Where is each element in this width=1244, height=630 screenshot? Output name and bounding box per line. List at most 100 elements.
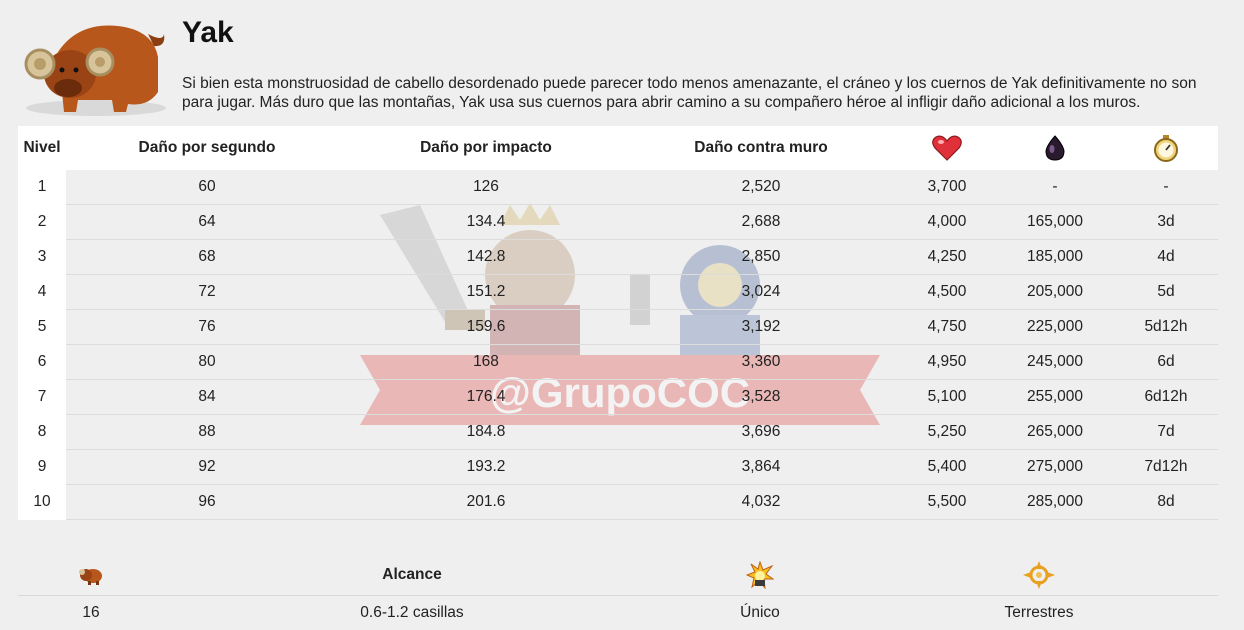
- cell-hp: 4,000: [898, 204, 996, 240]
- table-row: 1 60 126 2,520 3,700- -: [18, 170, 1218, 205]
- cell-cost: 275,000: [996, 449, 1114, 485]
- cell-dph: 126: [348, 170, 624, 205]
- stopwatch-icon: [1154, 135, 1178, 162]
- cell-cost: 255,000: [996, 379, 1114, 415]
- cell-level: 9: [18, 449, 66, 485]
- cell-time: 4d: [1114, 239, 1218, 275]
- cell-dps: 72: [66, 274, 348, 310]
- cell-hp: 5,400: [898, 449, 996, 485]
- cell-cost: -: [996, 170, 1114, 205]
- cell-dph: 201.6: [348, 484, 624, 520]
- cell-wall: 4,032: [624, 484, 898, 520]
- cell-dph: 151.2: [348, 274, 624, 310]
- cell-cost: 165,000: [996, 204, 1114, 240]
- cell-time: 6d: [1114, 344, 1218, 380]
- cell-dps: 92: [66, 449, 348, 485]
- table-row: 8 88 184.8 3,696 5,250 265,000 7d: [18, 414, 1218, 450]
- yak-speed-icon: [79, 569, 102, 585]
- table-row: 10 96 201.6 4,032 5,500 285,000 8d: [18, 484, 1218, 520]
- type-value: Terrestres: [1004, 604, 1074, 621]
- cell-time: 5d: [1114, 274, 1218, 310]
- cell-wall: 3,528: [624, 379, 898, 415]
- yak-image: [24, 25, 166, 116]
- speed-header: [18, 555, 164, 595]
- cell-cost: 265,000: [996, 414, 1114, 450]
- cell-level: 7: [18, 379, 66, 415]
- cell-dph: 168: [348, 344, 624, 380]
- cell-wall: 3,864: [624, 449, 898, 485]
- cell-level: 10: [18, 484, 66, 520]
- cell-cost: 285,000: [996, 484, 1114, 520]
- attributes-value-row: 16 0.6-1.2 casillas Único Terrestres: [18, 596, 1218, 630]
- cell-wall: 3,192: [624, 309, 898, 345]
- target-header: [660, 555, 860, 595]
- cell-dps: 76: [66, 309, 348, 345]
- cell-cost: 245,000: [996, 344, 1114, 380]
- table-row: 6 80 168 3,360 4,950 245,000 6d: [18, 344, 1218, 380]
- cell-time: 3d: [1114, 204, 1218, 240]
- cell-time: 7d12h: [1114, 449, 1218, 485]
- pet-header: Yak Si bien esta monstruosidad de cabell…: [0, 0, 1244, 120]
- col-dps: Daño por segundo: [66, 126, 348, 170]
- cell-wall: 2,520: [624, 170, 898, 205]
- cell-level: 8: [18, 414, 66, 450]
- stats-header-row: Nivel Daño por segundo Daño por impacto …: [18, 126, 1218, 170]
- cell-level: 1: [18, 170, 66, 205]
- cell-wall: 3,360: [624, 344, 898, 380]
- speed-value: 16: [82, 604, 100, 621]
- cell-dps: 96: [66, 484, 348, 520]
- heart-icon: [932, 135, 962, 161]
- pet-title: Yak: [182, 16, 234, 49]
- cell-time: 8d: [1114, 484, 1218, 520]
- table-row: 5 76 159.6 3,192 4,750 225,000 5d12h: [18, 309, 1218, 345]
- cell-level: 5: [18, 309, 66, 345]
- table-row: 4 72 151.2 3,024 4,500 205,000 5d: [18, 274, 1218, 310]
- attributes-header-row: Alcance: [18, 555, 1218, 596]
- table-row: 7 84 176.4 3,528 5,100 255,000 6d12h: [18, 379, 1218, 415]
- type-header: [860, 555, 1218, 595]
- explosion-icon: [746, 561, 774, 589]
- cell-dps: 64: [66, 204, 348, 240]
- cell-hp: 5,500: [898, 484, 996, 520]
- crosshair-icon: [1023, 561, 1055, 589]
- cell-hp: 3,700: [898, 170, 996, 205]
- col-cost: [996, 126, 1114, 170]
- cell-level: 4: [18, 274, 66, 310]
- table-row: 3 68 142.8 2,850 4,250 185,000 4d: [18, 239, 1218, 275]
- col-wall: Daño contra muro: [624, 126, 898, 170]
- cell-hp: 5,250: [898, 414, 996, 450]
- cell-dph: 142.8: [348, 239, 624, 275]
- cell-cost: 185,000: [996, 239, 1114, 275]
- cell-dph: 193.2: [348, 449, 624, 485]
- col-hp: [898, 126, 996, 170]
- pet-attributes: Alcance 16 0.6-1.2 casillas Único Terres…: [18, 555, 1218, 630]
- cell-dph: 184.8: [348, 414, 624, 450]
- stats-table: Nivel Daño por segundo Daño por impacto …: [18, 126, 1218, 520]
- cell-hp: 4,750: [898, 309, 996, 345]
- cell-dps: 80: [66, 344, 348, 380]
- cell-dph: 176.4: [348, 379, 624, 415]
- table-row: 9 92 193.2 3,864 5,400 275,000 7d12h: [18, 449, 1218, 485]
- cell-level: 3: [18, 239, 66, 275]
- cell-time: 5d12h: [1114, 309, 1218, 345]
- cell-dph: 159.6: [348, 309, 624, 345]
- dark-elixir-icon: [1045, 135, 1065, 161]
- table-row: 2 64 134.4 2,688 4,000 165,000 3d: [18, 204, 1218, 240]
- cell-time: 7d: [1114, 414, 1218, 450]
- cell-dps: 68: [66, 239, 348, 275]
- cell-dps: 60: [66, 170, 348, 205]
- cell-dps: 84: [66, 379, 348, 415]
- cell-level: 2: [18, 204, 66, 240]
- cell-hp: 4,950: [898, 344, 996, 380]
- col-time: [1114, 126, 1218, 170]
- cell-dps: 88: [66, 414, 348, 450]
- cell-level: 6: [18, 344, 66, 380]
- cell-wall: 2,688: [624, 204, 898, 240]
- cell-time: -: [1114, 170, 1218, 205]
- cell-cost: 225,000: [996, 309, 1114, 345]
- cell-dph: 134.4: [348, 204, 624, 240]
- cell-wall: 3,696: [624, 414, 898, 450]
- cell-wall: 3,024: [624, 274, 898, 310]
- cell-cost: 205,000: [996, 274, 1114, 310]
- range-header: Alcance: [382, 566, 442, 583]
